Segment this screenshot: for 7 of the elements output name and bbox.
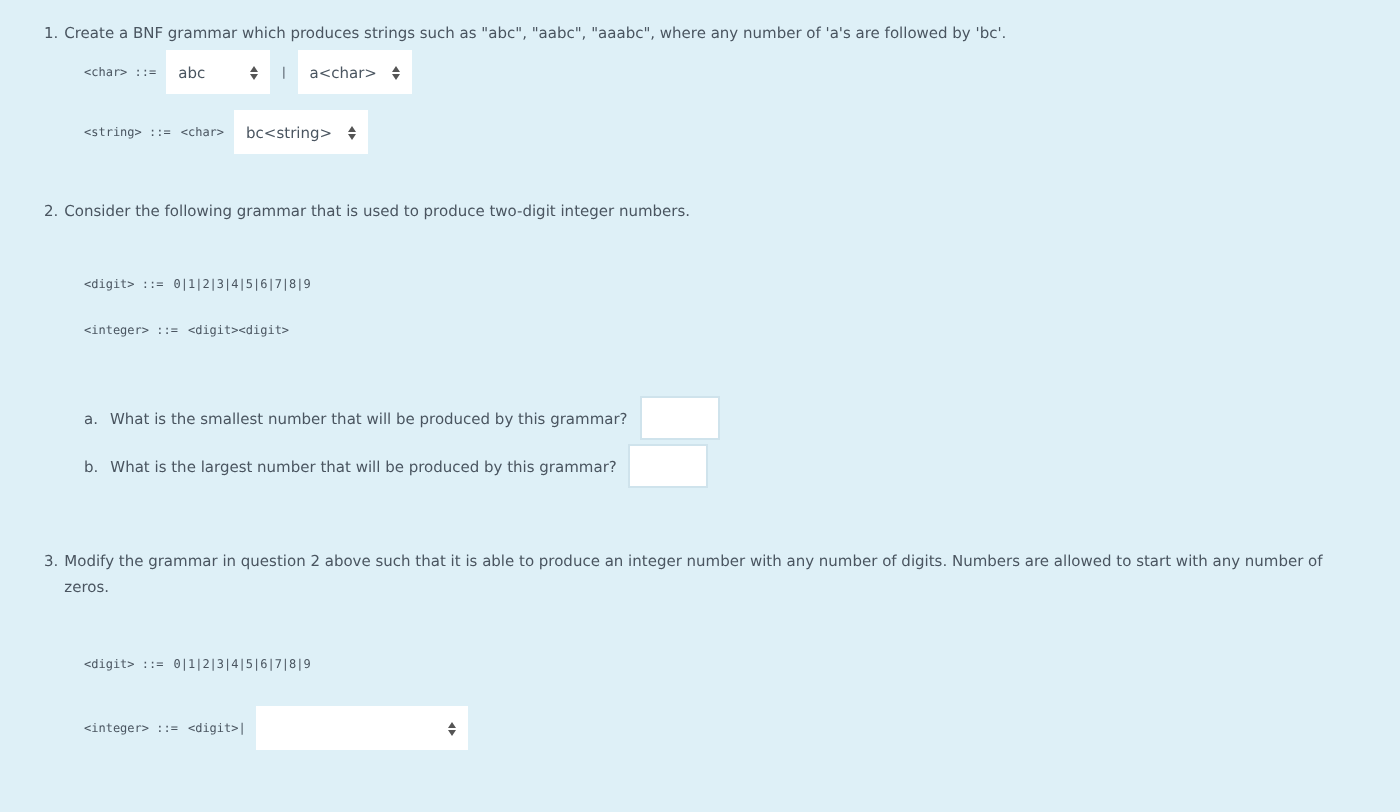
updown-arrow-icon	[392, 65, 401, 79]
updown-arrow-icon	[250, 65, 259, 79]
updown-arrow-icon	[447, 721, 456, 735]
answer-field[interactable]	[628, 444, 709, 488]
dropdown[interactable]	[255, 706, 468, 750]
updown-arrow-icon	[348, 125, 357, 139]
answer-field[interactable]	[639, 396, 720, 440]
